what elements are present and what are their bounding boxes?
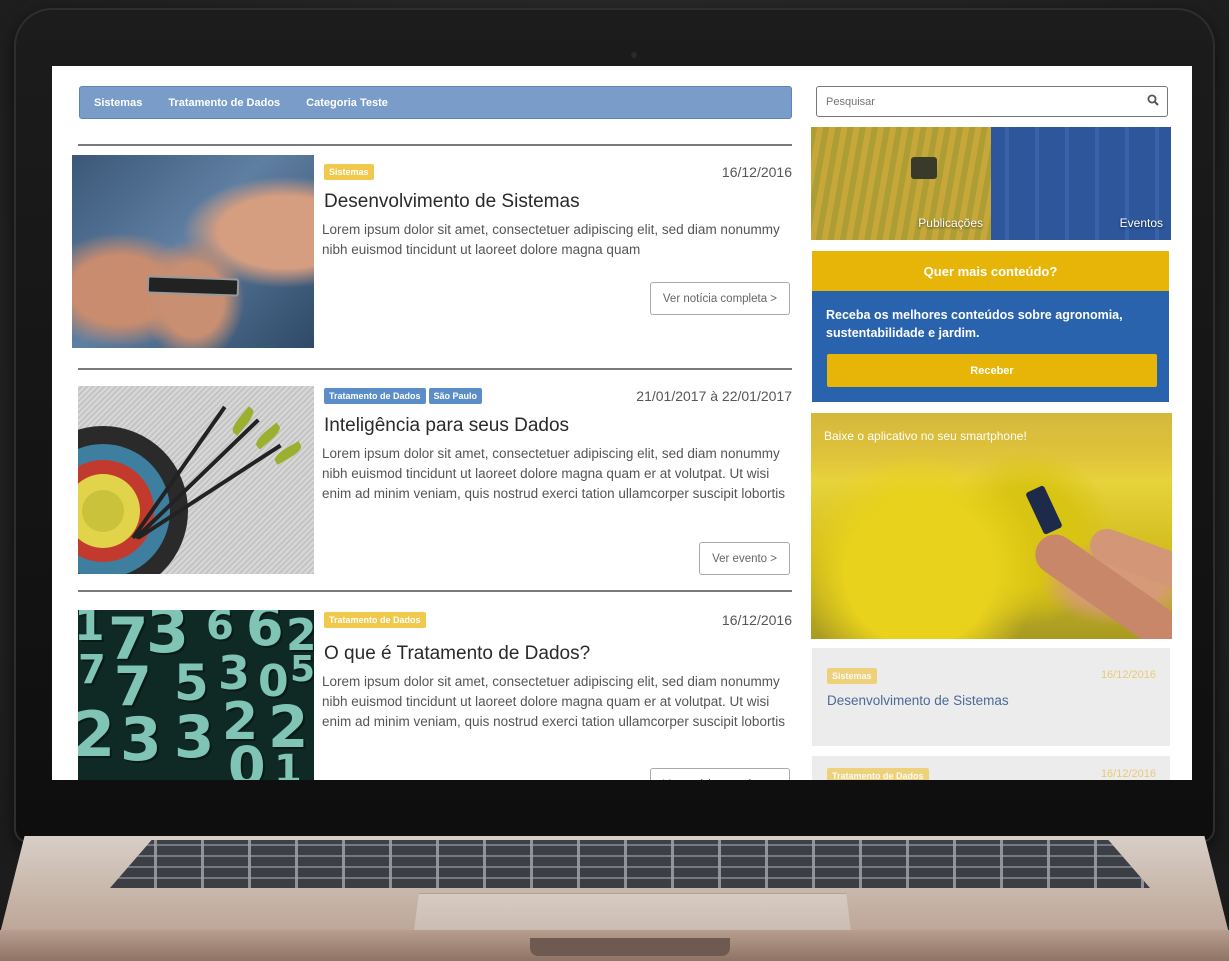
post-excerpt: Lorem ipsum dolor sit amet, consectetuer… [322, 674, 785, 729]
section-tiles: Publicações Eventos [811, 127, 1172, 240]
post-image-numbers[interactable]: 1 7 3 6 6 2 7 7 5 3 0 5 2 3 3 2 2 0 1 [78, 610, 314, 780]
post-date: 16/12/2016 [1100, 768, 1156, 780]
newsletter-text: Receba os melhores conteúdos sobre agron… [826, 308, 1123, 340]
nav-item-categoria-teste[interactable]: Categoria Teste [306, 97, 388, 109]
news-post: Tratamento de Dados São Paulo 21/01/2017 … [72, 368, 792, 590]
post-excerpt: Lorem ipsum dolor sit amet, consectetuer… [322, 446, 785, 501]
website-screen: Sistemas Tratamento de Dados Categoria T… [52, 66, 1192, 780]
newsletter-box: Quer mais conteúdo? Receba os melhores c… [812, 251, 1169, 402]
category-tag[interactable]: Tratamento de Dados [827, 768, 929, 780]
mini-post-title[interactable]: Desenvolvimento de Sistemas [827, 693, 1009, 708]
category-nav: Sistemas Tratamento de Dados Categoria T… [79, 86, 792, 119]
post-excerpt: Lorem ipsum dolor sit amet, consectetuer… [322, 222, 780, 257]
read-more-button[interactable]: Ver notícia completa > [649, 282, 790, 315]
tractor-icon [911, 157, 937, 179]
view-event-button[interactable]: Ver evento > [699, 542, 790, 575]
app-banner-text: Baixe o aplicativo no seu smartphone! [824, 429, 1027, 443]
divider [78, 368, 792, 370]
category-tag[interactable]: Sistemas [324, 164, 374, 180]
search-input[interactable] [817, 87, 1127, 116]
post-date: 16/12/2016 [721, 612, 792, 628]
keyboard-rows [110, 840, 1150, 888]
tile-publicacoes[interactable]: Publicações [811, 127, 991, 240]
mini-post-card[interactable]: Tratamento de Dados 16/12/2016 [812, 756, 1170, 780]
divider [78, 590, 792, 592]
post-title[interactable]: Desenvolvimento de Sistemas [324, 191, 580, 213]
post-date: 16/12/2016 [1100, 669, 1156, 681]
event-date-range: 21/01/2017 à 22/01/2017 [636, 388, 792, 404]
post-title[interactable]: Inteligência para seus Dados [324, 415, 569, 437]
location-tag[interactable]: São Paulo [428, 388, 483, 404]
main-column: Sistemas Tratamento de Dados Categoria T… [52, 66, 797, 780]
subscribe-button[interactable]: Receber [827, 354, 1157, 387]
post-meta: Sistemas 16/12/2016 [324, 162, 792, 182]
mini-post-card[interactable]: Sistemas 16/12/2016 Desenvolvimento de S… [812, 648, 1170, 746]
post-title[interactable]: O que é Tratamento de Dados? [324, 643, 590, 665]
post-meta: Tratamento de Dados São Paulo 21/01/2017 … [324, 386, 792, 406]
smartphone-icon [146, 275, 240, 297]
search-box [816, 86, 1168, 117]
laptop-notch [530, 938, 730, 956]
post-date: 16/12/2016 [721, 164, 792, 180]
post-meta: Tratamento de Dados 16/12/2016 [324, 610, 792, 630]
post-image-target[interactable] [78, 386, 314, 574]
news-post: 1 7 3 6 6 2 7 7 5 3 0 5 2 3 3 2 2 0 1 Tr… [72, 590, 792, 780]
sidebar: Publicações Eventos Quer mais conteúdo? … [810, 66, 1172, 780]
app-banner[interactable]: Baixe o aplicativo no seu smartphone! [811, 413, 1172, 639]
category-tag[interactable]: Tratamento de Dados [324, 612, 426, 628]
category-tag[interactable]: Tratamento de Dados [324, 388, 426, 404]
divider [78, 144, 792, 146]
newsletter-heading: Quer mais conteúdo? [812, 251, 1169, 291]
smartphone-icon [1025, 484, 1063, 536]
read-more-button[interactable]: Ver notícia completa > [649, 768, 790, 780]
search-icon[interactable] [1147, 94, 1159, 106]
nav-item-tratamento-de-dados[interactable]: Tratamento de Dados [168, 97, 280, 109]
camera-icon [631, 52, 637, 58]
news-post: Sistemas 16/12/2016 Desenvolvimento de S… [72, 144, 792, 364]
post-image-phone[interactable] [72, 155, 314, 348]
category-tag[interactable]: Sistemas [827, 668, 877, 684]
nav-item-sistemas[interactable]: Sistemas [94, 97, 142, 109]
tile-label: Eventos [1119, 216, 1163, 230]
tile-eventos[interactable]: Eventos [991, 127, 1171, 240]
tile-label: Publicações [918, 216, 983, 230]
